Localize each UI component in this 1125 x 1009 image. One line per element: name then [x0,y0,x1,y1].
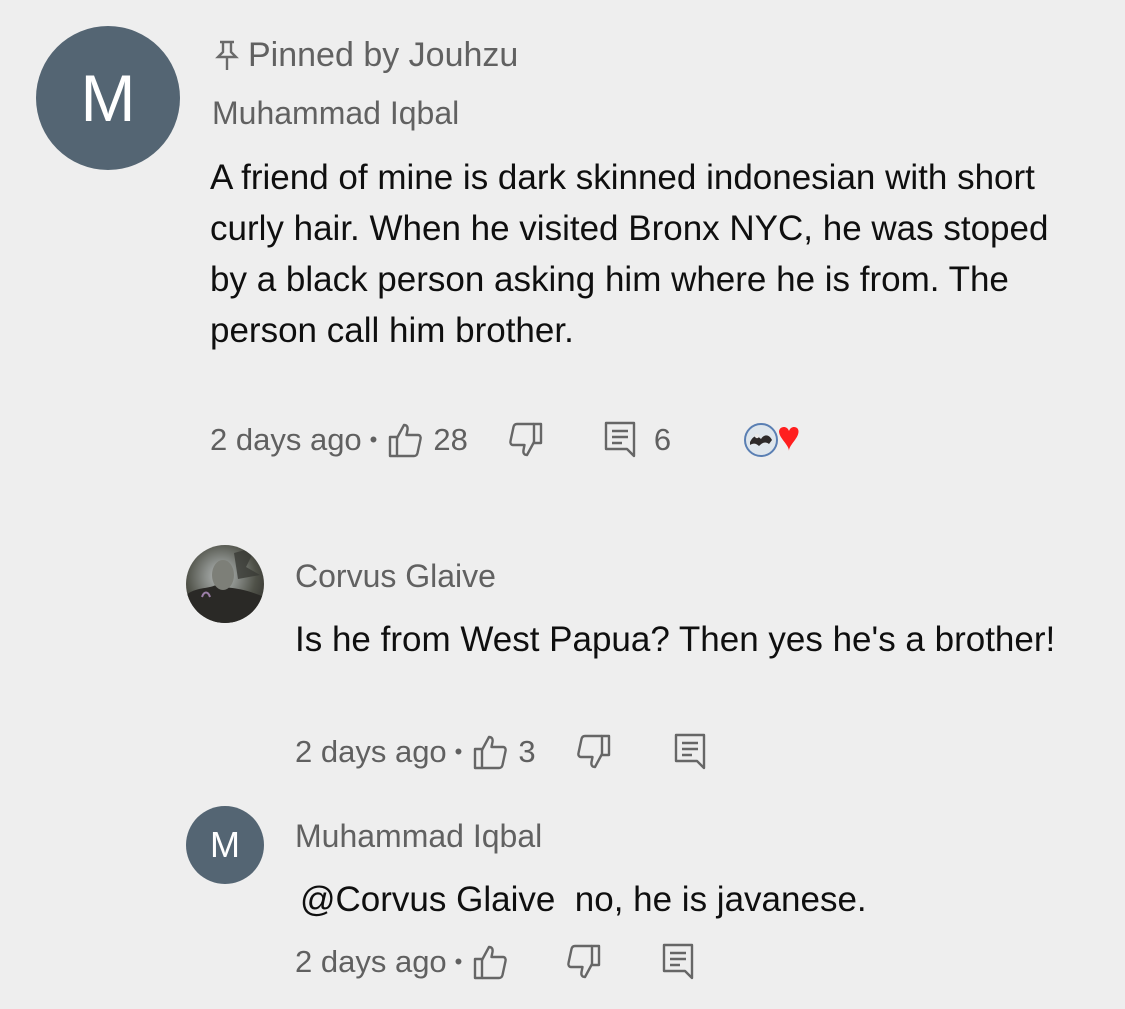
reply-author[interactable]: Muhammad Iqbal [295,818,542,855]
pinned-text: Pinned by Jouhzu [248,36,519,74]
dislike-icon[interactable] [566,943,602,981]
reply-icon[interactable] [660,942,696,982]
reply-body: Is he from West Papua? Then yes he's a b… [295,620,1056,659]
comment-timestamp: 2 days ago [210,422,362,457]
dislike-icon[interactable] [576,733,612,771]
separator-dot: • [454,949,463,974]
reply-actions: 2 days ago • 3 [295,732,708,772]
pinned-label: Pinned by Jouhzu [214,36,518,75]
comment-author[interactable]: Muhammad Iqbal [212,95,459,132]
like-count: 28 [433,422,468,457]
pin-icon [214,39,240,73]
reply-icon[interactable] [672,732,708,772]
reply-timestamp: 2 days ago [295,734,447,769]
avatar[interactable]: M [186,806,264,884]
reply-timestamp: 2 days ago [295,944,447,979]
comment-body: A friend of mine is dark skinned indones… [210,158,1049,350]
like-icon[interactable] [387,421,423,459]
reply-count[interactable]: 6 [654,422,671,458]
comment-actions: 2 days ago • 28 6 [210,420,799,460]
reply-icon[interactable] [602,420,638,460]
avatar-letter: M [80,61,136,135]
separator-dot: • [369,427,378,452]
like-icon[interactable] [472,943,508,981]
profile-photo [186,547,264,623]
reply-body: @Corvus Glaive no, he is javanese. [300,880,867,919]
reply-actions: 2 days ago • [295,942,696,982]
reply-author[interactable]: Corvus Glaive [295,558,496,595]
separator-dot: • [454,739,463,764]
like-count: 3 [518,734,536,769]
avatar[interactable] [186,545,264,623]
avatar-letter: M [210,824,240,865]
comment-thread: M Pinned by Jouhzu Muhammad Iqbal A frie… [0,0,1125,1009]
dislike-icon[interactable] [508,421,544,459]
like-icon[interactable] [472,733,508,771]
avatar[interactable]: M [36,26,180,170]
creator-heart-icon [743,420,799,460]
